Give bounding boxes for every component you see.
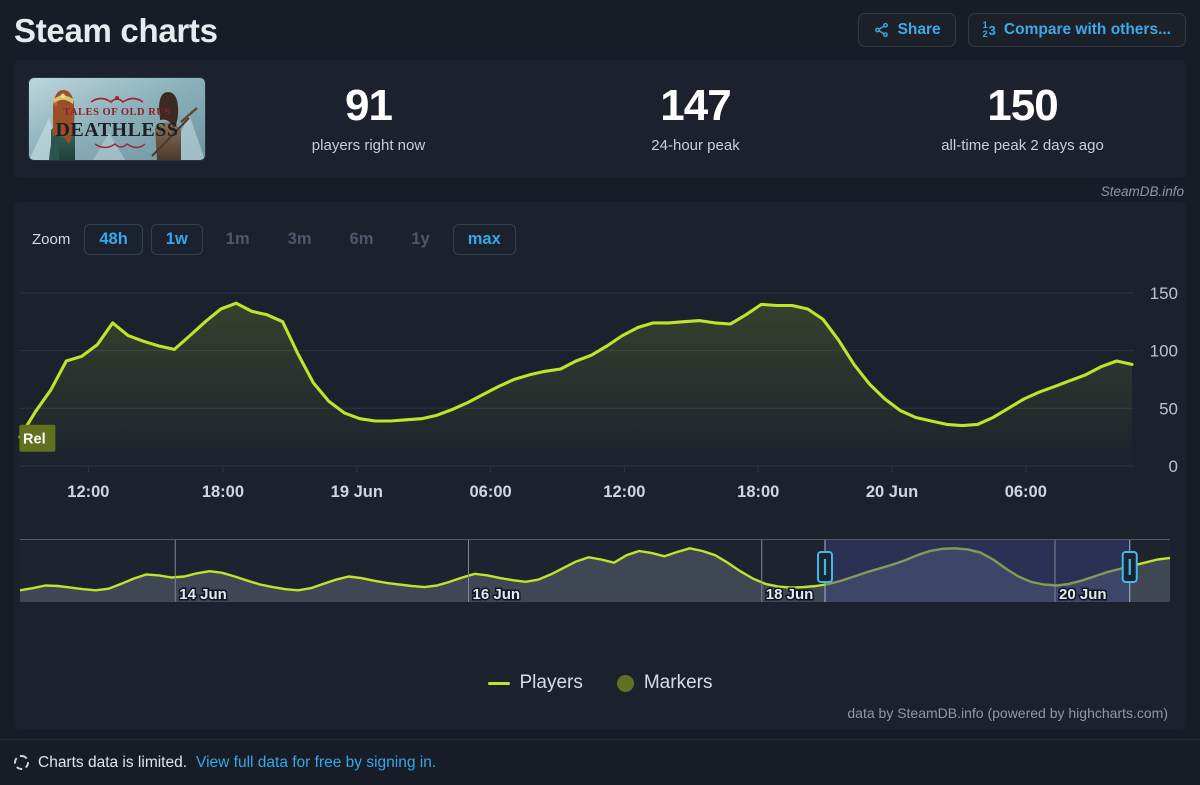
chart-area-fill xyxy=(20,303,1132,466)
zoom-range-selector: Zoom 48h 1w 1m 3m 6m 1y max xyxy=(14,202,1186,255)
limited-data-bar: Charts data is limited. View full data f… xyxy=(0,739,1200,785)
page-header: Steam charts Share 123 Compare with othe… xyxy=(0,0,1200,60)
svg-text:06:00: 06:00 xyxy=(1005,483,1047,501)
share-button-label: Share xyxy=(898,21,941,39)
chart-navigator[interactable]: 14 Jun 16 Jun 18 Jun 20 Jun xyxy=(20,540,1170,603)
stat-value: 147 xyxy=(532,84,859,128)
stat-label: 24-hour peak xyxy=(532,137,859,154)
chart-svg[interactable]: 0 50 100 150 12:00 18:00 19 Jun 06:00 12:00 18:0… xyxy=(14,272,1186,729)
rank-numbers-icon: 123 xyxy=(983,21,996,39)
stat-all-time-peak: 150 all-time peak 2 days ago xyxy=(859,84,1186,154)
stat-players-now: 91 players right now xyxy=(205,84,532,154)
loading-spinner-icon xyxy=(14,755,29,770)
stat-value: 150 xyxy=(859,84,1186,128)
compare-button[interactable]: 123 Compare with others... xyxy=(968,13,1186,47)
navigator-handle-left[interactable] xyxy=(818,552,832,582)
stat-value: 91 xyxy=(205,84,532,128)
page-title: Steam charts xyxy=(14,14,858,47)
players-line-swatch xyxy=(488,682,510,685)
svg-text:16 Jun: 16 Jun xyxy=(473,586,521,603)
zoom-button-48h[interactable]: 48h xyxy=(84,224,142,255)
svg-text:12:00: 12:00 xyxy=(603,483,645,501)
svg-text:20 Jun: 20 Jun xyxy=(1059,586,1107,603)
capsule-artwork: TALES OF OLD RUS DEATHLESS xyxy=(29,78,205,160)
chart-card: Zoom 48h 1w 1m 3m 6m 1y max xyxy=(14,202,1186,729)
header-actions: Share 123 Compare with others... xyxy=(858,13,1186,47)
y-axis-labels: 0 50 100 150 xyxy=(1150,284,1178,476)
svg-text:19 Jun: 19 Jun xyxy=(331,483,383,501)
navigator-handle-right[interactable] xyxy=(1123,552,1137,582)
zoom-label: Zoom xyxy=(32,231,70,248)
sign-in-link[interactable]: View full data for free by signing in. xyxy=(196,754,436,772)
svg-text:100: 100 xyxy=(1150,342,1178,361)
x-axis-labels: 12:00 18:00 19 Jun 06:00 12:00 18:00 20 Jun 06:… xyxy=(67,466,1047,501)
game-capsule-art[interactable]: TALES OF OLD RUS DEATHLESS xyxy=(29,78,205,160)
players-chart[interactable]: 0 50 100 150 12:00 18:00 19 Jun 06:00 12:00 18:0… xyxy=(14,272,1186,729)
zoom-button-1m[interactable]: 1m xyxy=(211,224,265,255)
share-nodes-icon xyxy=(873,22,890,38)
svg-text:150: 150 xyxy=(1150,284,1178,303)
legend-label: Players xyxy=(520,672,583,694)
limited-data-text: Charts data is limited. xyxy=(38,754,187,772)
chart-legend: Players Markers xyxy=(14,672,1186,694)
svg-text:20 Jun: 20 Jun xyxy=(866,483,918,501)
svg-text:06:00: 06:00 xyxy=(469,483,511,501)
svg-text:12:00: 12:00 xyxy=(67,483,109,501)
svg-text:18:00: 18:00 xyxy=(202,483,244,501)
svg-text:14 Jun: 14 Jun xyxy=(179,586,227,603)
stat-label: all-time peak 2 days ago xyxy=(859,137,1186,154)
svg-text:Rel: Rel xyxy=(23,432,46,448)
svg-text:0: 0 xyxy=(1169,457,1178,476)
zoom-button-6m[interactable]: 6m xyxy=(335,224,389,255)
release-marker[interactable]: Rel xyxy=(19,425,55,452)
share-button[interactable]: Share xyxy=(858,13,956,47)
steamdb-watermark: SteamDB.info xyxy=(0,178,1200,199)
zoom-button-3m[interactable]: 3m xyxy=(273,224,327,255)
steam-charts-page: Steam charts Share 123 Compare with othe… xyxy=(0,0,1200,785)
chart-credits[interactable]: data by SteamDB.info (powered by highcha… xyxy=(847,705,1168,721)
svg-text:DEATHLESS: DEATHLESS xyxy=(55,119,178,141)
stat-24h-peak: 147 24-hour peak xyxy=(532,84,859,154)
svg-text:18:00: 18:00 xyxy=(737,483,779,501)
legend-label: Markers xyxy=(644,672,713,694)
compare-button-label: Compare with others... xyxy=(1004,21,1171,39)
stats-card: TALES OF OLD RUS DEATHLESS 91 players ri… xyxy=(14,60,1186,178)
svg-text:18 Jun: 18 Jun xyxy=(766,586,814,603)
svg-text:50: 50 xyxy=(1159,399,1178,418)
svg-text:TALES OF OLD RUS: TALES OF OLD RUS xyxy=(63,107,170,118)
legend-item-markers[interactable]: Markers xyxy=(617,672,713,694)
legend-item-players[interactable]: Players xyxy=(488,672,583,694)
zoom-button-1w[interactable]: 1w xyxy=(151,224,203,255)
stat-label: players right now xyxy=(205,137,532,154)
zoom-button-max[interactable]: max xyxy=(453,224,516,255)
zoom-button-1y[interactable]: 1y xyxy=(396,224,444,255)
markers-circle-swatch xyxy=(617,675,634,692)
